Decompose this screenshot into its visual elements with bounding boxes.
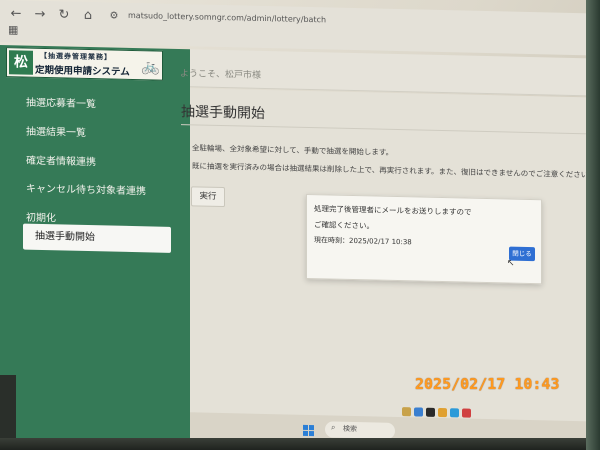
page-title: 抽選手動開始 <box>181 104 265 123</box>
logo-subtitle: 【抽選券管理業務】 <box>40 51 112 62</box>
monitor-bezel-right <box>586 0 600 450</box>
taskbar-search[interactable] <box>325 421 395 439</box>
bicycle-icon: 🚲 <box>141 57 160 76</box>
monitor-bezel-bottom <box>0 438 600 450</box>
current-time-text: 現在時刻：2025/02/17 10:38 <box>314 236 412 247</box>
sidebar-item-confirmed-sync[interactable]: 確定者情報連携 <box>26 152 96 169</box>
arrow-right-icon[interactable]: → <box>32 7 48 23</box>
address-bar[interactable]: matsudo_lottery.somngr.com/admin/lottery… <box>128 11 326 24</box>
photo-frame: ← → ↻ ⌂ ⚙ matsudo_lottery.somngr.com/adm… <box>0 0 600 450</box>
sidebar-item-waitlist-sync[interactable]: キャンセル待ち対象者連携 <box>26 180 146 198</box>
photo-date-stamp: 2025/02/17 10:43 <box>415 375 560 393</box>
edge-icon[interactable] <box>450 408 459 418</box>
welcome-text: ようこそ、松戸市様 <box>180 69 262 81</box>
sidebar-item-initialize[interactable]: 初期化 <box>26 209 56 225</box>
sidebar-item-manual-start[interactable]: 抽選手動開始 <box>23 223 171 253</box>
app-icon[interactable] <box>462 408 471 418</box>
store-icon[interactable] <box>414 407 423 417</box>
app-logo[interactable]: 松 【抽選券管理業務】 定期使用申請システム 🚲 <box>6 47 163 81</box>
mouse-pointer-icon: ↖ <box>507 258 515 269</box>
dialog-message-1: 処理完了後管理者にメールをお送りしますので <box>314 204 472 217</box>
home-icon[interactable]: ⌂ <box>80 8 96 24</box>
dialog-message-2: ご確認ください。 <box>314 220 374 231</box>
sidebar-item-applicants[interactable]: 抽選応募者一覧 <box>26 94 96 111</box>
sidebar-item-results[interactable]: 抽選結果一覧 <box>26 123 86 139</box>
chrome-icon[interactable] <box>438 407 447 418</box>
site-info-icon[interactable]: ⚙ <box>106 8 122 24</box>
search-icon: ⌕ <box>331 422 336 432</box>
windows-start-icon[interactable] <box>303 424 315 437</box>
reload-icon[interactable]: ↻ <box>56 7 72 23</box>
terminal-icon[interactable] <box>426 407 435 417</box>
logo-title: 定期使用申請システム <box>35 64 130 78</box>
taskbar-search-label: 検索 <box>343 424 357 434</box>
arrow-left-icon[interactable]: ← <box>8 6 24 22</box>
apps-grid-icon[interactable]: ▦ <box>8 23 20 36</box>
folder-icon[interactable] <box>402 407 411 417</box>
execute-button[interactable]: 実行 <box>191 186 225 208</box>
logo-mark: 松 <box>9 50 33 75</box>
notification-dialog: 処理完了後管理者にメールをお送りしますので ご確認ください。 現在時刻：2025… <box>306 193 542 285</box>
